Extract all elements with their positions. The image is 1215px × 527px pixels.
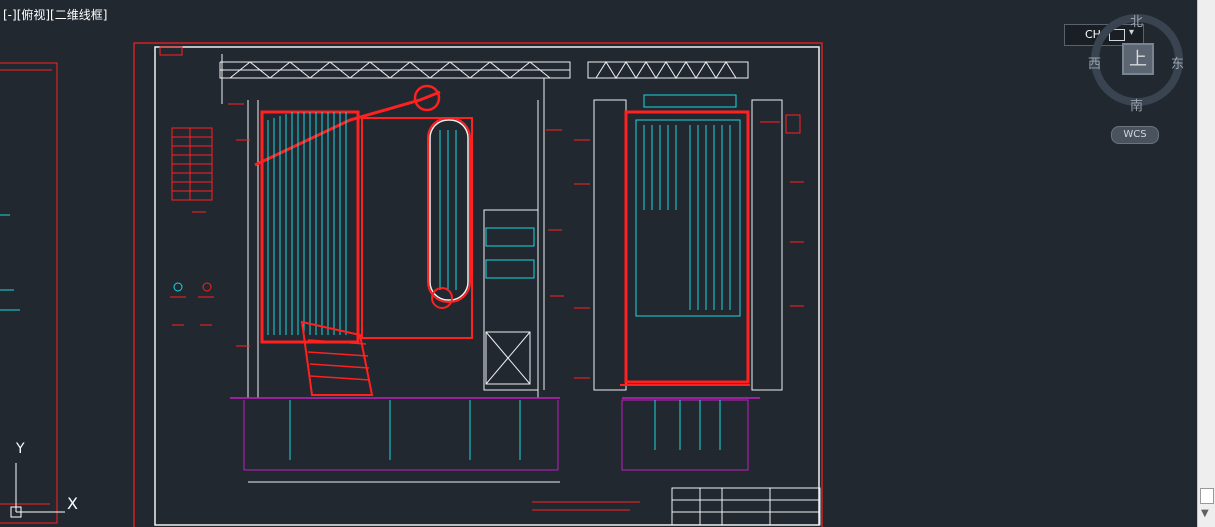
compass-east[interactable]: 东 (1171, 53, 1184, 72)
compass-south[interactable]: 南 (1130, 95, 1143, 114)
legend-table (170, 127, 214, 326)
scroll-down-arrow-icon[interactable]: ▼ (1201, 508, 1209, 519)
ucs-y-label: Y (16, 441, 25, 457)
wcs-menu-button[interactable]: WCS (1111, 126, 1159, 144)
scrollbar-thumb[interactable] (1200, 488, 1214, 504)
drawing-canvas[interactable] (0, 0, 1197, 527)
notes-and-title-block (532, 487, 821, 526)
side-elevation-view (574, 61, 804, 471)
ucs-x-label: X (67, 494, 78, 513)
sheet-frame (133, 42, 823, 527)
viewcube[interactable]: 北 南 西 东 上 (1085, 8, 1195, 118)
front-elevation-view (219, 54, 571, 483)
viewport-label[interactable]: [-][俯视][二维线框] (3, 6, 107, 23)
compass-north[interactable]: 北 (1130, 11, 1143, 30)
compass-west[interactable]: 西 (1088, 53, 1101, 72)
vertical-scrollbar[interactable]: ▼ (1197, 0, 1215, 527)
left-partial-drawing (0, 62, 58, 524)
viewcube-top-face[interactable]: 上 (1122, 43, 1154, 75)
